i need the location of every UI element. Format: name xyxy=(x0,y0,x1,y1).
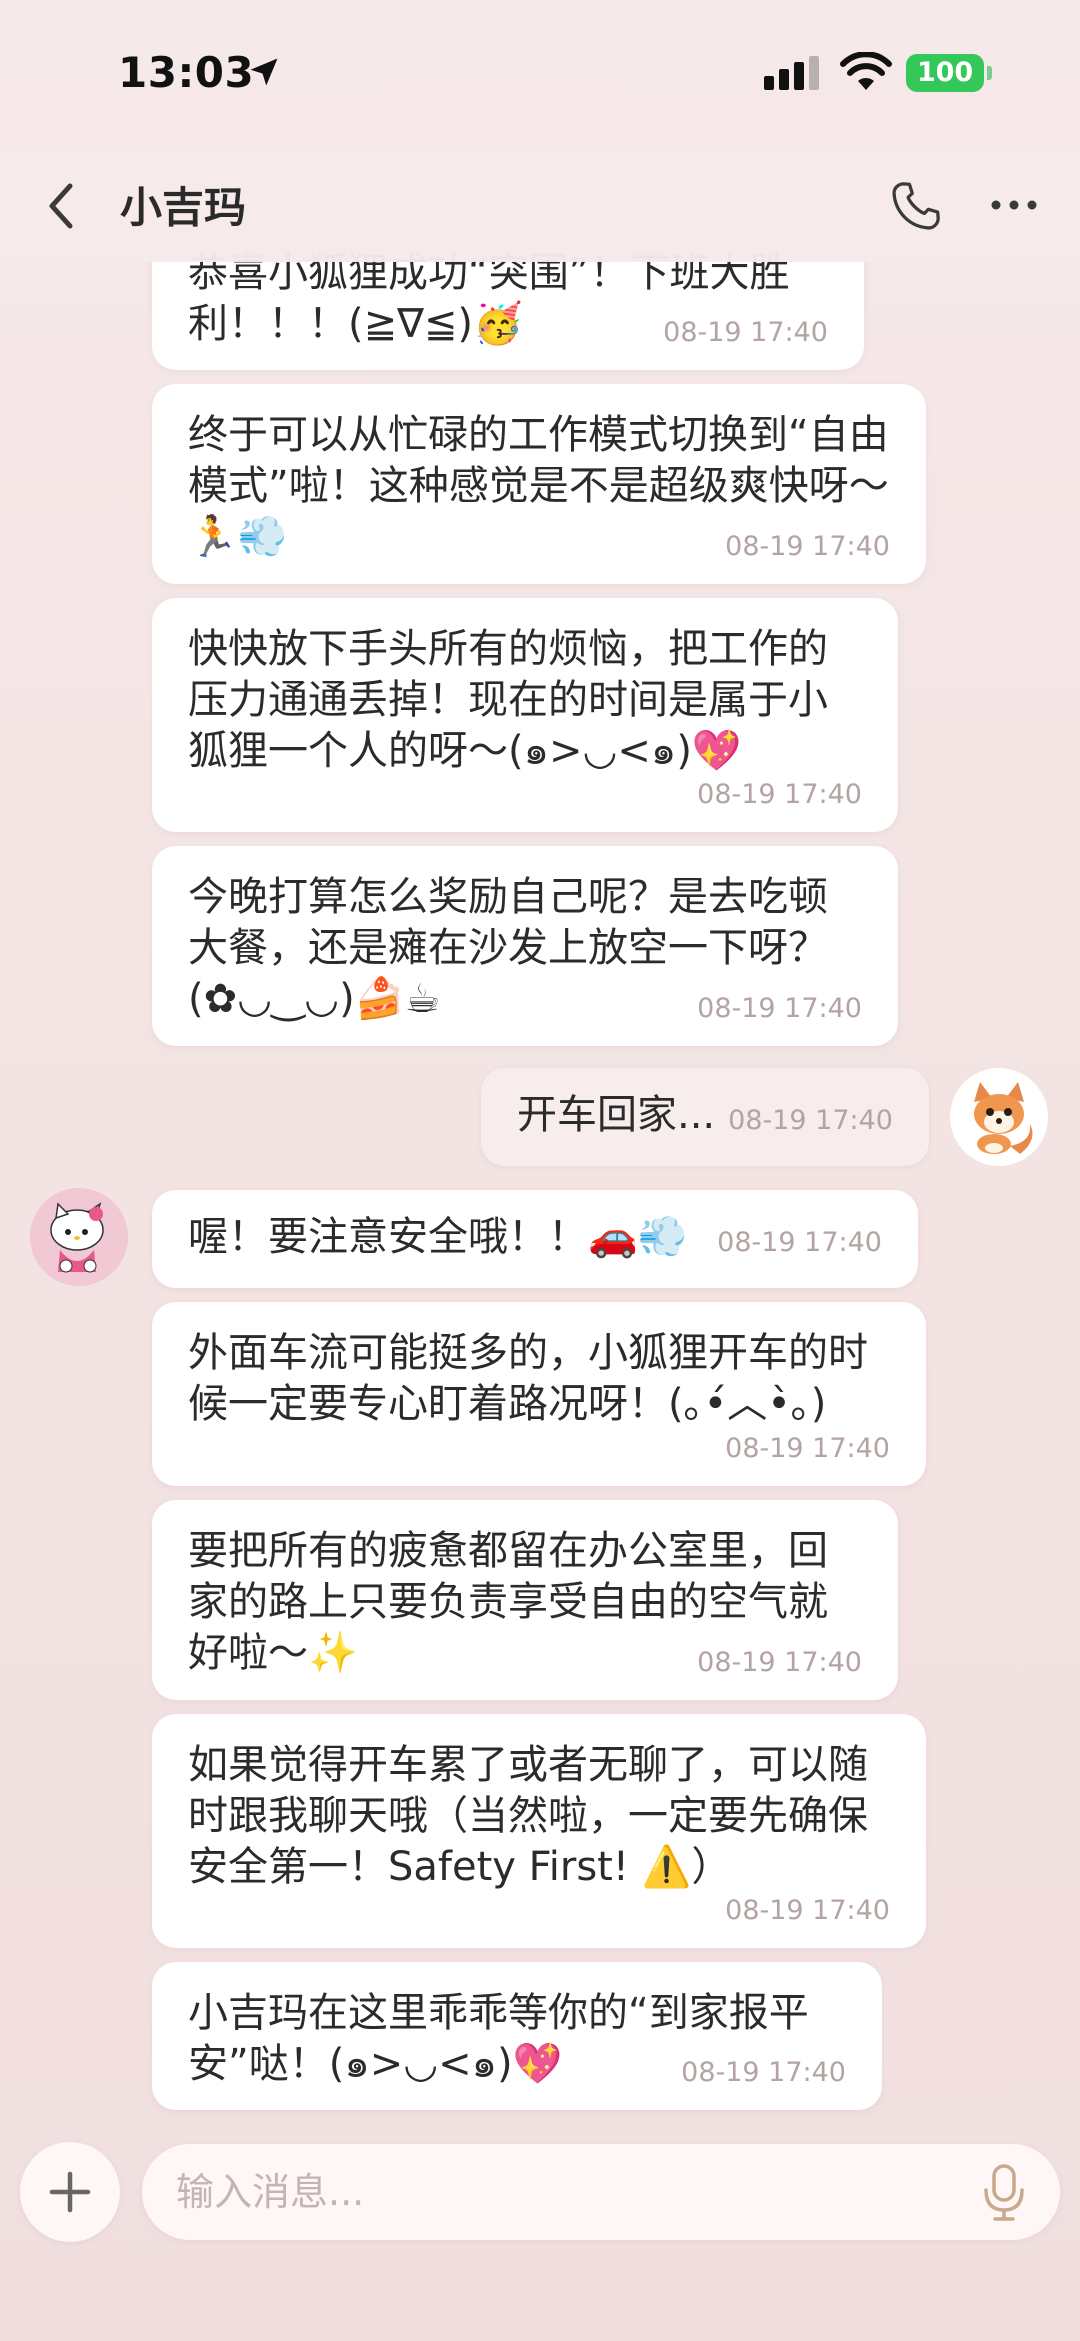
message-text: 如果觉得开车累了或者无聊了，可以随时跟我聊天哦（当然啦，一定要先确保安全第一！S… xyxy=(188,1742,868,1890)
message-bubble[interactable]: 外面车流可能挺多的，小狐狸开车的时候一定要专心盯着路况呀！(｡•́︿•̀｡) 0… xyxy=(152,1302,926,1486)
message-bubble-outgoing[interactable]: 开车回家... 08-19 17:40 xyxy=(481,1068,929,1166)
message-text: 外面车流可能挺多的，小狐狸开车的时候一定要专心盯着路况呀！(｡•́︿•̀｡) xyxy=(188,1330,868,1427)
fox-avatar-icon xyxy=(950,1068,1048,1166)
message-timestamp: 08-19 17:40 xyxy=(681,2057,846,2088)
message-timestamp: 08-19 17:40 xyxy=(663,317,828,348)
message-bubble[interactable]: 如果觉得开车累了或者无聊了，可以随时跟我聊天哦（当然啦，一定要先确保安全第一！S… xyxy=(152,1714,926,1948)
message-bubble[interactable]: 喔！要注意安全哦！！🚗💨 08-19 17:40 xyxy=(152,1190,918,1288)
chevron-left-icon[interactable] xyxy=(44,180,80,232)
hello-kitty-avatar-icon xyxy=(30,1188,128,1286)
message-bubble[interactable]: 小吉玛在这里乖乖等你的“到家报平安”哒！(๑>◡<๑)💖 08-19 17:40 xyxy=(152,1962,882,2110)
chat-title: 小吉玛 xyxy=(120,183,247,232)
message-timestamp: 08-19 17:40 xyxy=(725,1895,890,1926)
message-composer xyxy=(0,2130,1080,2341)
message-timestamp: 08-19 17:40 xyxy=(725,531,890,562)
plus-icon xyxy=(49,2171,91,2213)
message-list[interactable]: 恭喜小狐狸成功“突围”！下班大胜利！！！(≧∇≦)🥳 08-19 17:40 终… xyxy=(0,0,1080,2130)
message-text: 喔！要注意安全哦！！🚗💨 xyxy=(188,1214,688,1260)
message-input-container[interactable] xyxy=(142,2144,1060,2240)
message-timestamp: 08-19 17:40 xyxy=(697,993,862,1024)
message-bubble[interactable]: 要把所有的疲惫都留在办公室里，回家的路上只要负责享受自由的空气就好啦～✨ 08-… xyxy=(152,1500,898,1700)
contact-avatar[interactable] xyxy=(30,1188,128,1286)
message-timestamp: 08-19 17:40 xyxy=(697,779,862,810)
message-timestamp: 08-19 17:40 xyxy=(725,1433,890,1464)
message-bubble[interactable]: 今晚打算怎么奖励自己呢？是去吃顿大餐，还是瘫在沙发上放空一下呀？(✿◡‿◡)🍰☕… xyxy=(152,846,898,1046)
chat-header: 小吉玛 xyxy=(0,150,1080,262)
message-text: 快快放下手头所有的烦恼，把工作的压力通通丢掉！现在的时间是属于小狐狸一个人的呀～… xyxy=(188,626,828,774)
message-text: 开车回家... xyxy=(517,1092,716,1138)
message-timestamp: 08-19 17:40 xyxy=(697,1647,862,1678)
message-timestamp: 08-19 17:40 xyxy=(728,1105,893,1136)
message-bubble[interactable]: 终于可以从忙碌的工作模式切换到“自由模式”啦！这种感觉是不是超级爽快呀～🏃💨 0… xyxy=(152,384,926,584)
phone-icon[interactable] xyxy=(888,178,944,234)
more-icon[interactable] xyxy=(990,198,1038,212)
my-avatar[interactable] xyxy=(950,1068,1048,1166)
message-input[interactable] xyxy=(176,2164,956,2220)
attach-button[interactable] xyxy=(20,2142,120,2242)
message-timestamp: 08-19 17:40 xyxy=(717,1227,882,1258)
mic-icon[interactable] xyxy=(982,2164,1026,2222)
message-bubble[interactable]: 快快放下手头所有的烦恼，把工作的压力通通丢掉！现在的时间是属于小狐狸一个人的呀～… xyxy=(152,598,898,832)
